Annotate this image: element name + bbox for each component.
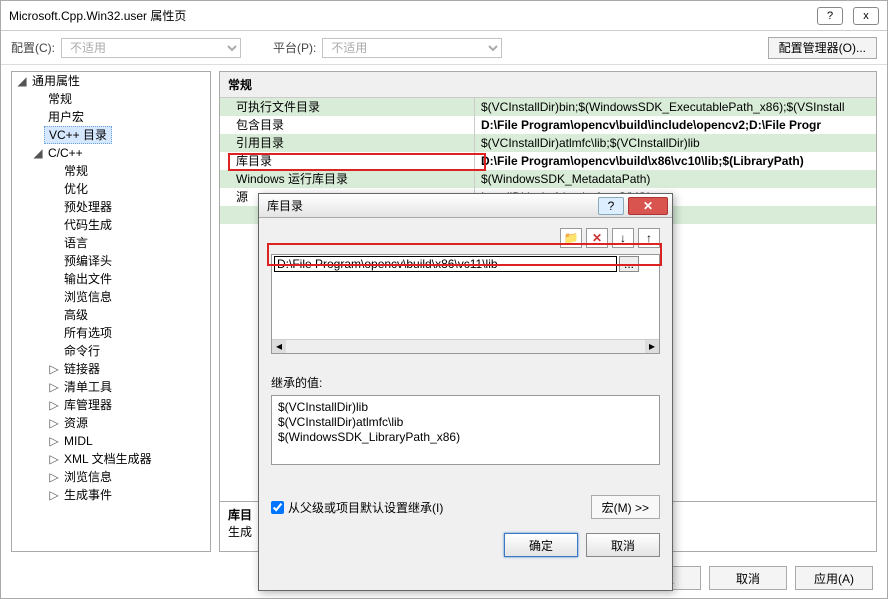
inherit-check-label: 从父级或项目默认设置继承(I) <box>288 499 443 516</box>
hscrollbar[interactable]: ◂ ▸ <box>272 339 659 353</box>
collapse-icon[interactable]: ▷ <box>48 360 60 378</box>
move-down-icon[interactable]: ↓ <box>612 228 634 248</box>
window-buttons: ? x <box>817 7 879 25</box>
inherited-item: $(WindowsSDK_LibraryPath_x86) <box>278 430 653 445</box>
tree-item[interactable]: 代码生成 <box>60 217 116 233</box>
paths-listbox[interactable]: ... ◂ ▸ <box>271 254 660 354</box>
property-name: Windows 运行库目录 <box>220 170 475 188</box>
tree-item[interactable]: 优化 <box>60 181 92 197</box>
tree-pane[interactable]: ◢通用属性 常规 用户宏 VC++ 目录 ◢C/C++ 常规优化预处理器代码生成… <box>11 71 211 552</box>
tree-item[interactable]: 预处理器 <box>60 199 116 215</box>
config-label: 配置(C): <box>11 39 55 56</box>
tree-item[interactable]: 语言 <box>60 235 92 251</box>
tree-item[interactable]: 生成事件 <box>60 487 116 503</box>
property-name: 引用目录 <box>220 134 475 152</box>
path-input[interactable] <box>274 256 617 272</box>
property-name: 库目录 <box>220 152 475 170</box>
modal-close-icon[interactable]: ✕ <box>628 197 668 215</box>
tree-item[interactable]: XML 文档生成器 <box>60 451 156 467</box>
inherited-label: 继承的值: <box>271 374 660 391</box>
modal-titlebar: 库目录 ? ✕ <box>259 194 672 218</box>
tree-item[interactable]: 库管理器 <box>60 397 116 413</box>
tree-item[interactable]: 预编译头 <box>60 253 116 269</box>
collapse-icon[interactable]: ▷ <box>48 468 60 486</box>
tree-item[interactable]: 资源 <box>60 415 92 431</box>
path-row[interactable]: ... <box>272 255 659 273</box>
property-row[interactable]: 包含目录D:\File Program\opencv\build\include… <box>220 116 876 134</box>
property-name: 可执行文件目录 <box>220 98 475 116</box>
collapse-icon[interactable]: ▷ <box>48 414 60 432</box>
library-dirs-dialog: 库目录 ? ✕ 📁 ✕ ↓ ↑ ... ◂ ▸ 继承的值: $(VCInstal… <box>258 193 673 591</box>
delete-icon[interactable]: ✕ <box>586 228 608 248</box>
inherited-item: $(VCInstallDir)atlmfc\lib <box>278 415 653 430</box>
tree-item[interactable]: MIDL <box>60 433 97 449</box>
inherited-listbox[interactable]: $(VCInstallDir)lib $(VCInstallDir)atlmfc… <box>271 395 660 465</box>
modal-help-icon[interactable]: ? <box>598 197 624 215</box>
new-folder-icon[interactable]: 📁 <box>560 228 582 248</box>
move-up-icon[interactable]: ↑ <box>638 228 660 248</box>
inherit-checkbox[interactable] <box>271 501 284 514</box>
browse-button[interactable]: ... <box>619 256 639 272</box>
macro-button[interactable]: 宏(M) >> <box>591 495 660 519</box>
modal-cancel-button[interactable]: 取消 <box>586 533 660 557</box>
tree-root[interactable]: 通用属性 <box>28 73 84 89</box>
tree-cpp[interactable]: C/C++ <box>44 145 87 161</box>
close-icon[interactable]: x <box>853 7 879 25</box>
cancel-button[interactable]: 取消 <box>709 566 787 590</box>
property-row[interactable]: 引用目录$(VCInstallDir)atlmfc\lib;$(VCInstal… <box>220 134 876 152</box>
property-row[interactable]: 可执行文件目录$(VCInstallDir)bin;$(WindowsSDK_E… <box>220 98 876 116</box>
modal-buttons: 确定 取消 <box>271 533 660 557</box>
tree-item[interactable]: 输出文件 <box>60 271 116 287</box>
main-titlebar: Microsoft.Cpp.Win32.user 属性页 ? x <box>1 1 887 31</box>
modal-title: 库目录 <box>267 197 598 214</box>
property-value[interactable]: D:\File Program\opencv\build\include\ope… <box>475 116 876 134</box>
scroll-left-icon[interactable]: ◂ <box>272 340 286 354</box>
collapse-icon[interactable]: ▷ <box>48 378 60 396</box>
config-toolbar: 配置(C): 不适用 平台(P): 不适用 配置管理器(O)... <box>1 31 887 65</box>
section-header: 常规 <box>220 72 876 98</box>
tree-item-vcdirs[interactable]: VC++ 目录 <box>44 126 112 144</box>
modal-ok-button[interactable]: 确定 <box>504 533 578 557</box>
path-toolbar: 📁 ✕ ↓ ↑ <box>271 228 660 248</box>
property-row[interactable]: 库目录D:\File Program\opencv\build\x86\vc10… <box>220 152 876 170</box>
tree-item[interactable]: 用户宏 <box>44 109 88 125</box>
property-value[interactable]: D:\File Program\opencv\build\x86\vc10\li… <box>475 152 876 170</box>
platform-label: 平台(P): <box>273 39 316 56</box>
collapse-icon[interactable]: ▷ <box>48 450 60 468</box>
tree-item[interactable]: 清单工具 <box>60 379 116 395</box>
tree-item[interactable]: 所有选项 <box>60 325 116 341</box>
collapse-icon[interactable]: ▷ <box>48 486 60 504</box>
property-name: 包含目录 <box>220 116 475 134</box>
tree-item[interactable]: 链接器 <box>60 361 104 377</box>
scroll-right-icon[interactable]: ▸ <box>645 340 659 354</box>
modal-body: 📁 ✕ ↓ ↑ ... ◂ ▸ 继承的值: $(VCInstallDir)lib… <box>259 218 672 567</box>
apply-button[interactable]: 应用(A) <box>795 566 873 590</box>
inherited-item: $(VCInstallDir)lib <box>278 400 653 415</box>
collapse-icon[interactable]: ▷ <box>48 396 60 414</box>
tree-item[interactable]: 常规 <box>44 91 76 107</box>
tree-item[interactable]: 高级 <box>60 307 92 323</box>
help-icon[interactable]: ? <box>817 7 843 25</box>
window-title: Microsoft.Cpp.Win32.user 属性页 <box>9 7 817 24</box>
property-row[interactable]: Windows 运行库目录$(WindowsSDK_MetadataPath) <box>220 170 876 188</box>
config-select[interactable]: 不适用 <box>61 38 241 58</box>
collapse-icon[interactable]: ▷ <box>48 432 60 450</box>
inherit-row: 从父级或项目默认设置继承(I) 宏(M) >> <box>271 495 660 519</box>
property-value[interactable]: $(WindowsSDK_MetadataPath) <box>475 170 876 188</box>
expand-icon[interactable]: ◢ <box>16 72 28 90</box>
tree-item[interactable]: 浏览信息 <box>60 289 116 305</box>
property-value[interactable]: $(VCInstallDir)bin;$(WindowsSDK_Executab… <box>475 98 876 116</box>
tree-item[interactable]: 浏览信息 <box>60 469 116 485</box>
property-value[interactable]: $(VCInstallDir)atlmfc\lib;$(VCInstallDir… <box>475 134 876 152</box>
expand-icon[interactable]: ◢ <box>32 144 44 162</box>
tree-item[interactable]: 命令行 <box>60 343 104 359</box>
config-manager-button[interactable]: 配置管理器(O)... <box>768 37 877 59</box>
tree-item[interactable]: 常规 <box>60 163 92 179</box>
platform-select[interactable]: 不适用 <box>322 38 502 58</box>
